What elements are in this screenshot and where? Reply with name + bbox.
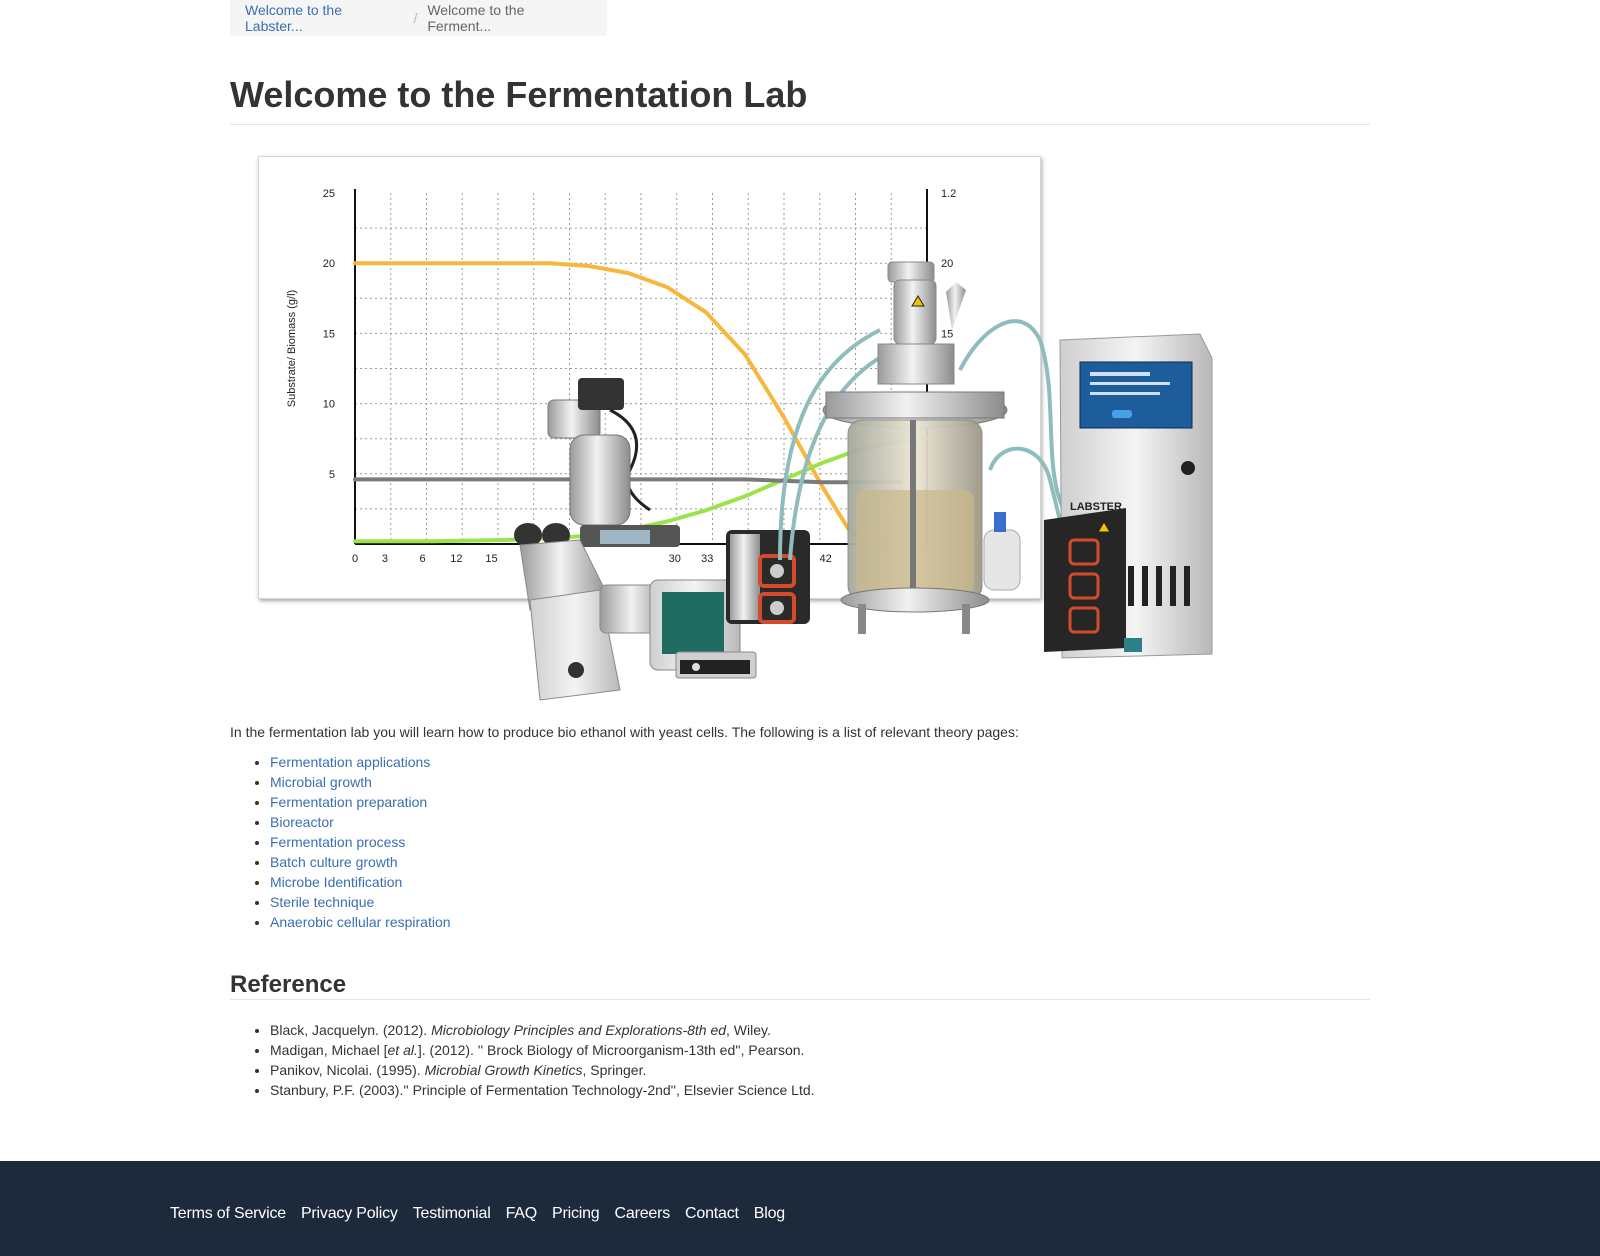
y-tick-label: 25	[323, 188, 335, 200]
list-item: Batch culture growth	[270, 852, 451, 872]
x-tick-label: 15	[485, 553, 497, 565]
y-tick-label: 20	[323, 258, 335, 270]
reference-title: Microbial Growth Kinetics	[424, 1062, 583, 1078]
reference-text: ]. (2012). '' Brock Biology of Microorga…	[417, 1042, 805, 1058]
y-tick-label: 15	[323, 328, 335, 340]
footer-link-privacy[interactable]: Privacy Policy	[301, 1205, 398, 1223]
reference-item: Stanbury, P.F. (2003).'' Principle of Fe…	[270, 1080, 815, 1100]
y-axis-label: Substrate/ Biomass (g/l)	[286, 290, 298, 407]
reference-text: Madigan, Michael [	[270, 1042, 388, 1058]
footer-link-careers[interactable]: Careers	[615, 1205, 671, 1223]
x-tick-label: 18	[523, 553, 535, 565]
intro-text: In the fermentation lab you will learn h…	[230, 724, 1019, 740]
reference-text: Black, Jacquelyn. (2012).	[270, 1022, 432, 1038]
x-tick-label: 0	[352, 553, 358, 565]
growth-chart: 25 20 15 10 5 1.2 20 15 0 3 6 12 15 18 30 33 42 Substrate…	[286, 188, 956, 565]
page-title: Welcome to the Fermentation Lab	[230, 74, 808, 115]
reference-heading: Reference	[230, 971, 347, 998]
theory-link-batch-culture-growth[interactable]: Batch culture growth	[270, 854, 398, 870]
theory-link-anaerobic-cellular-respiration[interactable]: Anaerobic cellular respiration	[270, 914, 451, 930]
breadcrumb: Welcome to the Labster... / Welcome to t…	[230, 0, 607, 36]
theory-link-sterile-technique[interactable]: Sterile technique	[270, 894, 374, 910]
reference-text: , Wiley.	[726, 1022, 771, 1038]
list-item: Microbial growth	[270, 772, 451, 792]
footer-link-blog[interactable]: Blog	[754, 1205, 785, 1223]
breadcrumb-separator: /	[413, 10, 418, 26]
breadcrumb-current: Welcome to the Ferment...	[427, 2, 525, 34]
theory-link-fermentation-process[interactable]: Fermentation process	[270, 834, 405, 850]
list-item: Fermentation process	[270, 832, 451, 852]
y2-tick-label: 1.2	[941, 188, 956, 200]
x-tick-label: 6	[420, 553, 426, 565]
theory-link-list: Fermentation applications Microbial grow…	[230, 752, 451, 932]
x-tick-label: 30	[669, 553, 681, 565]
reference-title: Microbiology Principles and Explorations…	[431, 1022, 727, 1038]
list-item: Microbe Identification	[270, 872, 451, 892]
brand-label: LABSTER	[1070, 501, 1122, 513]
footer-link-faq[interactable]: FAQ	[506, 1205, 538, 1223]
reference-text: , Springer.	[582, 1062, 647, 1078]
theory-link-fermentation-preparation[interactable]: Fermentation preparation	[270, 794, 427, 810]
reference-divider	[230, 999, 1370, 1000]
reference-item: Madigan, Michael [et al.]. (2012). '' Br…	[270, 1040, 815, 1060]
x-tick-label: 3	[382, 553, 388, 565]
theory-link-microbe-identification[interactable]: Microbe Identification	[270, 874, 402, 890]
reference-text: Stanbury, P.F. (2003).'' Principle of Fe…	[270, 1082, 815, 1098]
reference-title: et al.	[387, 1042, 418, 1058]
x-tick-label: 12	[450, 553, 462, 565]
y-tick-label: 5	[329, 469, 335, 481]
theory-link-fermentation-applications[interactable]: Fermentation applications	[270, 754, 430, 770]
theory-link-microbial-growth[interactable]: Microbial growth	[270, 774, 372, 790]
y2-tick-label: 20	[941, 258, 953, 270]
list-item: Sterile technique	[270, 892, 451, 912]
theory-link-bioreactor[interactable]: Bioreactor	[270, 814, 334, 830]
breadcrumb-link-labster[interactable]: Welcome to the Labster...	[245, 2, 403, 34]
reference-list: Black, Jacquelyn. (2012). Microbiology P…	[230, 1020, 815, 1100]
reference-text: Panikov, Nicolai. (1995).	[270, 1062, 425, 1078]
control-cabinet: LABSTER	[1044, 333, 1213, 659]
list-item: Bioreactor	[270, 812, 451, 832]
site-footer: Terms of Service Privacy Policy Testimon…	[0, 1161, 1600, 1256]
reference-item: Panikov, Nicolai. (1995). Microbial Grow…	[270, 1060, 815, 1080]
list-item: Fermentation preparation	[270, 792, 451, 812]
footer-link-testimonial[interactable]: Testimonial	[413, 1205, 491, 1223]
footer-nav: Terms of Service Privacy Policy Testimon…	[170, 1205, 785, 1223]
x-tick-label: 33	[701, 553, 713, 565]
footer-link-contact[interactable]: Contact	[685, 1205, 739, 1223]
y2-tick-label: 15	[941, 328, 953, 340]
y-tick-label: 10	[323, 399, 335, 411]
list-item: Anaerobic cellular respiration	[270, 912, 451, 932]
x-tick-label: 42	[819, 553, 831, 565]
growth-chart-card: 25 20 15 10 5 1.2 20 15 0 3 6 12 15 18 30 33 42 Substrate…	[258, 156, 1041, 599]
footer-link-pricing[interactable]: Pricing	[552, 1205, 600, 1223]
footer-link-terms[interactable]: Terms of Service	[170, 1205, 286, 1223]
reference-item: Black, Jacquelyn. (2012). Microbiology P…	[270, 1020, 815, 1040]
title-divider	[230, 124, 1370, 125]
list-item: Fermentation applications	[270, 752, 451, 772]
